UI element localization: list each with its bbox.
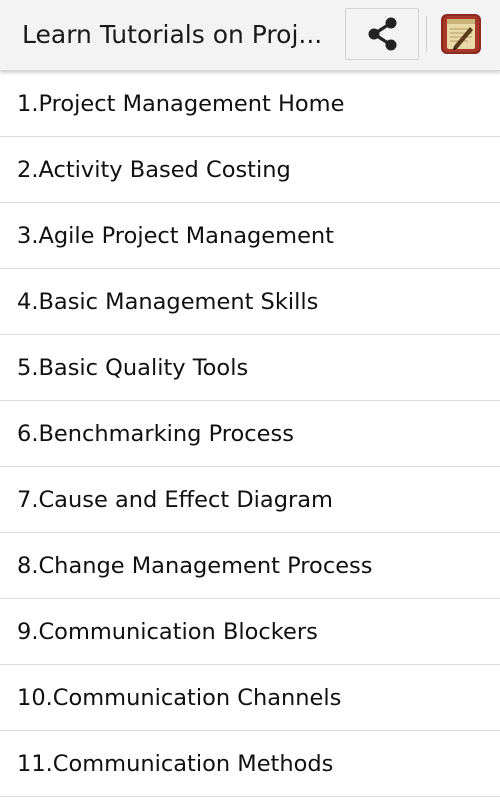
list-item[interactable]: 4.Basic Management Skills: [0, 269, 500, 335]
share-button[interactable]: [345, 8, 419, 60]
list-item[interactable]: 5.Basic Quality Tools: [0, 335, 500, 401]
list-item[interactable]: 8.Change Management Process: [0, 533, 500, 599]
toolbar-divider: [426, 16, 427, 52]
tutorial-list: 1.Project Management Home 2.Activity Bas…: [0, 71, 500, 797]
list-item-label: 1.Project Management Home: [17, 91, 345, 117]
app-bar: Learn Tutorials on Proj...: [0, 0, 500, 71]
list-item[interactable]: 3.Agile Project Management: [0, 203, 500, 269]
list-item-label: 3.Agile Project Management: [17, 223, 334, 249]
app-title: Learn Tutorials on Proj...: [22, 20, 323, 49]
list-item[interactable]: 7.Cause and Effect Diagram: [0, 467, 500, 533]
list-item[interactable]: 2.Activity Based Costing: [0, 137, 500, 203]
list-item[interactable]: 10.Communication Channels: [0, 665, 500, 731]
list-item-label: 6.Benchmarking Process: [17, 421, 294, 447]
list-item-label: 7.Cause and Effect Diagram: [17, 487, 333, 513]
list-item[interactable]: 11.Communication Methods: [0, 731, 500, 797]
list-item-label: 4.Basic Management Skills: [17, 289, 319, 315]
list-item[interactable]: 9.Communication Blockers: [0, 599, 500, 665]
list-item[interactable]: 6.Benchmarking Process: [0, 401, 500, 467]
share-icon: [368, 17, 397, 51]
app-icon-button[interactable]: [440, 13, 482, 55]
list-item-label: 11.Communication Methods: [17, 751, 334, 777]
list-item-label: 2.Activity Based Costing: [17, 157, 291, 183]
notebook-icon: [441, 14, 481, 54]
list-item-label: 9.Communication Blockers: [17, 619, 318, 645]
list-item-label: 10.Communication Channels: [17, 685, 342, 711]
list-item-label: 8.Change Management Process: [17, 553, 373, 579]
list-item[interactable]: 1.Project Management Home: [0, 71, 500, 137]
list-item-label: 5.Basic Quality Tools: [17, 355, 249, 381]
